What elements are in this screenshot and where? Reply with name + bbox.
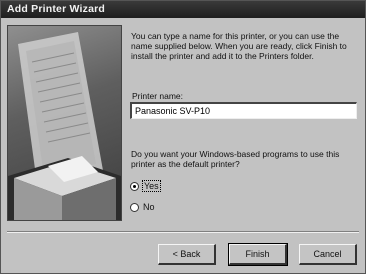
default-printer-question: Do you want your Windows-based programs … — [131, 149, 340, 169]
no-radio-label[interactable]: No — [143, 202, 155, 212]
yes-radio-label[interactable]: Yes — [142, 180, 161, 192]
yes-radio[interactable]: Yes — [130, 180, 161, 192]
add-printer-wizard-window: Add Printer Wizard You can type a name f… — [0, 0, 366, 274]
title-bar[interactable]: Add Printer Wizard — [1, 1, 365, 18]
printer-name-label: Printer name: — [132, 91, 184, 101]
finish-button[interactable]: Finish — [228, 243, 288, 266]
radio-selected-icon[interactable] — [130, 181, 139, 191]
radio-unselected-icon[interactable] — [130, 202, 139, 212]
no-radio[interactable]: No — [130, 202, 155, 212]
window-title: Add Printer Wizard — [7, 3, 106, 15]
back-button[interactable]: < Back — [158, 244, 216, 265]
divider — [7, 231, 359, 233]
printer-illustration-icon — [7, 25, 122, 221]
printer-name-input[interactable] — [130, 102, 357, 119]
intro-text: You can type a name for this printer, or… — [131, 31, 347, 61]
cancel-button[interactable]: Cancel — [299, 244, 357, 265]
